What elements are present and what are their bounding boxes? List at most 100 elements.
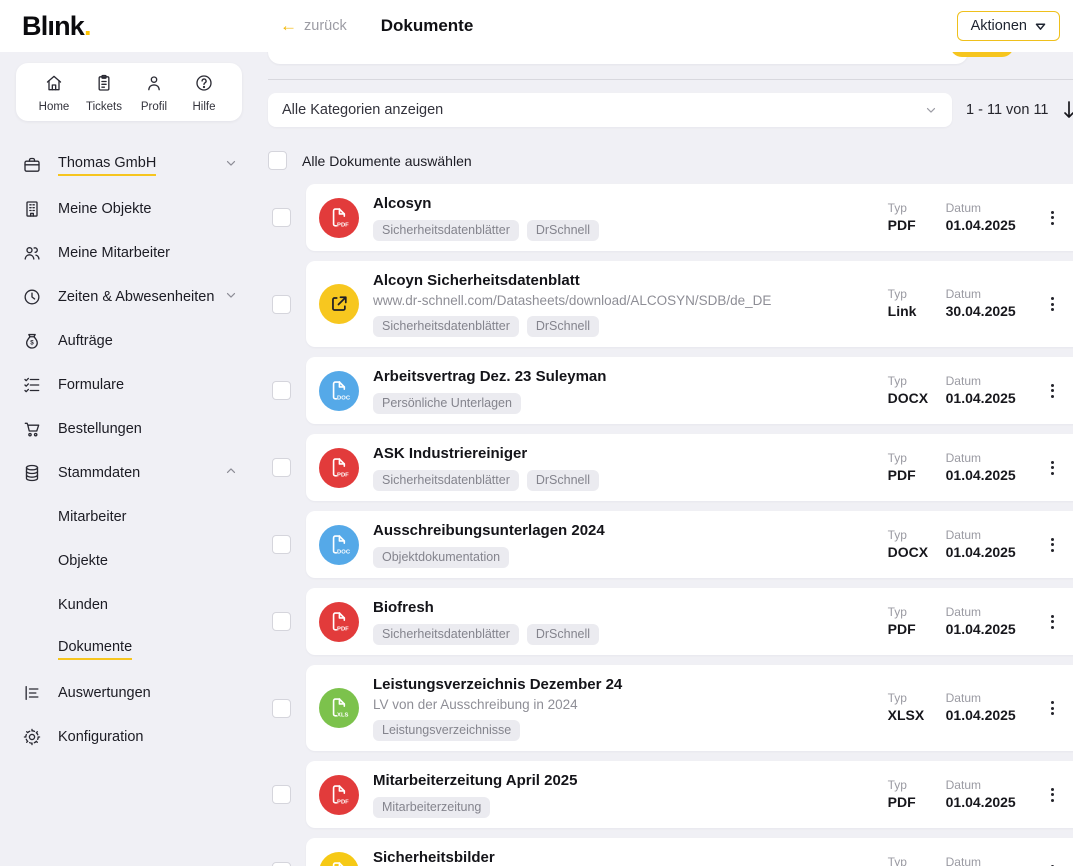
date-label: Datum xyxy=(946,201,1038,216)
sort-az-icon[interactable]: AZ xyxy=(1063,100,1073,120)
category-filter-select[interactable]: Alle Kategorien anzeigen xyxy=(268,93,952,127)
svg-text:DOC: DOC xyxy=(337,549,351,555)
tag-row: Leistungsverzeichnisse xyxy=(373,720,888,741)
document-card[interactable]: DOC Arbeitsvertrag Dez. 23 Suleyman Pers… xyxy=(306,357,1073,424)
external-link-icon xyxy=(319,284,359,324)
sidebar-item-konfiguration[interactable]: Konfiguration xyxy=(16,715,242,759)
tag-row: SicherheitsdatenblätterDrSchnell xyxy=(373,316,888,337)
document-card[interactable]: PDF Mitarbeiterzeitung April 2025 Mitarb… xyxy=(306,761,1073,828)
select-all-checkbox[interactable] xyxy=(268,151,287,170)
document-subtitle: www.dr-schnell.com/Datasheets/download/A… xyxy=(373,292,888,310)
quick-nav-tickets[interactable]: Tickets xyxy=(80,73,128,113)
date-label: Datum xyxy=(946,451,1038,466)
row-menu-button[interactable] xyxy=(1038,205,1068,231)
sidebar-subitem-kunden[interactable]: Kunden xyxy=(16,583,242,627)
document-card[interactable]: PDF Biofresh SicherheitsdatenblätterDrSc… xyxy=(306,588,1073,655)
document-row: DOC Arbeitsvertrag Dez. 23 Suleyman Pers… xyxy=(268,357,1073,424)
pdf-file-icon: PDF xyxy=(319,775,359,815)
type-column: Typ DOCX xyxy=(888,374,946,408)
tag-chip: DrSchnell xyxy=(527,220,599,241)
sidebar-item-bestellungen[interactable]: Bestellungen xyxy=(16,407,242,451)
actions-button[interactable]: Aktionen xyxy=(957,11,1060,41)
type-label: Typ xyxy=(888,451,946,466)
row-menu-button[interactable] xyxy=(1038,378,1068,404)
document-row: PDF Alcosyn SicherheitsdatenblätterDrSch… xyxy=(268,184,1073,251)
doc-file-icon: DOC xyxy=(319,371,359,411)
row-menu-button[interactable] xyxy=(1038,782,1068,808)
date-column: Datum 30.04.2025 xyxy=(946,287,1038,321)
sidebar-subitem-dokumente[interactable]: Dokumente xyxy=(16,627,242,671)
document-card[interactable]: DOC Ausschreibungsunterlagen 2024 Objekt… xyxy=(306,511,1073,578)
quick-nav-label: Hilfe xyxy=(192,101,215,113)
money-bag-icon: $ xyxy=(22,331,42,351)
sidebar-item-label: Meine Objekte xyxy=(58,201,152,217)
date-label: Datum xyxy=(946,528,1038,543)
sidebar-item-zeiten-abwesenheiten[interactable]: Zeiten & Abwesenheiten xyxy=(16,275,242,319)
row-menu-button[interactable] xyxy=(1038,455,1068,481)
sidebar-item-meine-mitarbeiter[interactable]: Meine Mitarbeiter xyxy=(16,231,242,275)
document-row: PNG Sicherheitsbilder Objektdokumentatio… xyxy=(268,838,1073,866)
row-checkbox[interactable] xyxy=(272,862,291,866)
pdf-file-icon: PDF xyxy=(319,448,359,488)
main-content: Alle Kategorien anzeigen 1 - 11 von 11 A… xyxy=(258,52,1073,866)
row-menu-button[interactable] xyxy=(1038,609,1068,635)
sidebar-item-label: Bestellungen xyxy=(58,421,142,437)
tag-row: SicherheitsdatenblätterDrSchnell xyxy=(373,470,888,491)
sidebar-item-stammdaten[interactable]: Stammdaten xyxy=(16,451,242,495)
type-column: Typ PDF xyxy=(888,605,946,639)
sidebar-subitem-label: Mitarbeiter xyxy=(58,509,127,525)
divider xyxy=(268,79,1073,80)
row-checkbox[interactable] xyxy=(272,458,291,477)
quick-nav-hilfe[interactable]: Hilfe xyxy=(180,73,228,113)
document-card[interactable]: PDF ASK Industriereiniger Sicherheitsdat… xyxy=(306,434,1073,501)
row-checkbox[interactable] xyxy=(272,612,291,631)
sidebar-item-label: Zeiten & Abwesenheiten xyxy=(58,289,214,305)
document-row: PDF ASK Industriereiniger Sicherheitsdat… xyxy=(268,434,1073,501)
row-checkbox[interactable] xyxy=(272,295,291,314)
document-card[interactable]: XLS Leistungsverzeichnis Dezember 24 LV … xyxy=(306,665,1073,751)
back-link[interactable]: ← zurück xyxy=(280,16,347,36)
sidebar-item-thomas-gmbh[interactable]: Thomas GmbH xyxy=(16,143,242,187)
filter-toolbar: Alle Kategorien anzeigen 1 - 11 von 11 A… xyxy=(268,93,1073,127)
document-row: PDF Biofresh SicherheitsdatenblätterDrSc… xyxy=(268,588,1073,655)
sidebar-item-label: Thomas GmbH xyxy=(58,155,156,176)
sidebar-subitem-mitarbeiter[interactable]: Mitarbeiter xyxy=(16,495,242,539)
row-checkbox[interactable] xyxy=(272,381,291,400)
date-column: Datum 01.04.2025 xyxy=(946,528,1038,562)
sidebar-item-aufträge[interactable]: $ Aufträge xyxy=(16,319,242,363)
document-card[interactable]: PNG Sicherheitsbilder Objektdokumentatio… xyxy=(306,838,1073,866)
row-menu-button[interactable] xyxy=(1038,859,1068,866)
type-label: Typ xyxy=(888,778,946,793)
document-card[interactable]: Alcoyn Sicherheitsdatenblatt www.dr-schn… xyxy=(306,261,1073,347)
quick-nav-home[interactable]: Home xyxy=(30,73,78,113)
png-file-icon: PNG xyxy=(319,852,359,866)
back-label: zurück xyxy=(304,18,347,34)
row-menu-button[interactable] xyxy=(1038,532,1068,558)
sidebar-item-formulare[interactable]: Formulare xyxy=(16,363,242,407)
tag-chip: Objektdokumentation xyxy=(373,547,509,568)
actions-label: Aktionen xyxy=(971,18,1027,34)
row-checkbox[interactable] xyxy=(272,785,291,804)
sidebar-subitem-objekte[interactable]: Objekte xyxy=(16,539,242,583)
sidebar-nav: Thomas GmbH Meine Objekte Meine Mitarbei… xyxy=(16,143,242,759)
date-column: Datum 01.04.2025 xyxy=(946,201,1038,235)
date-column: Datum 01.04.2025 xyxy=(946,451,1038,485)
document-card[interactable]: PDF Alcosyn SicherheitsdatenblätterDrSch… xyxy=(306,184,1073,251)
document-title: Biofresh xyxy=(373,598,888,618)
tag-row: SicherheitsdatenblätterDrSchnell xyxy=(373,220,888,241)
document-title: Sicherheitsbilder xyxy=(373,848,888,866)
document-row: Alcoyn Sicherheitsdatenblatt www.dr-schn… xyxy=(268,261,1073,347)
row-menu-button[interactable] xyxy=(1038,291,1068,317)
row-checkbox[interactable] xyxy=(272,699,291,718)
tag-row: SicherheitsdatenblätterDrSchnell xyxy=(373,624,888,645)
quick-nav-profil[interactable]: Profil xyxy=(130,73,178,113)
sidebar-item-auswertungen[interactable]: Auswertungen xyxy=(16,671,242,715)
row-checkbox[interactable] xyxy=(272,535,291,554)
svg-text:XLS: XLS xyxy=(337,713,348,719)
chevron-down-icon xyxy=(224,156,238,175)
row-menu-button[interactable] xyxy=(1038,695,1068,721)
row-checkbox[interactable] xyxy=(272,208,291,227)
svg-text:$: $ xyxy=(30,340,34,347)
logo-dot-icon: . xyxy=(84,11,91,41)
sidebar-item-meine-objekte[interactable]: Meine Objekte xyxy=(16,187,242,231)
